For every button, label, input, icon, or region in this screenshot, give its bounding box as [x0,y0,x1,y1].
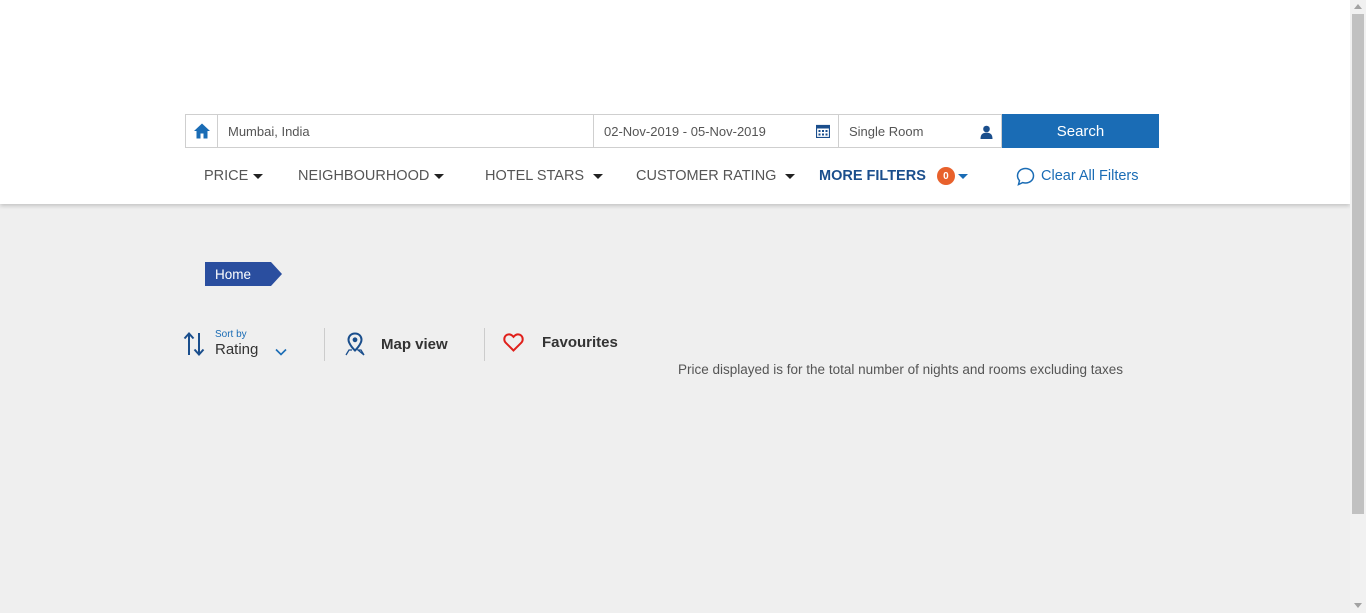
destination-value: Mumbai, India [228,123,310,139]
filter-count-badge: 0 [936,167,955,185]
hotel-stars-filter-label: HOTEL STARS [485,168,585,184]
sort-by-label: Sort by [215,329,247,340]
calendar-icon[interactable] [816,124,830,138]
map-pin-icon [345,332,365,356]
caret-down-icon [785,173,796,179]
favourites-button[interactable]: Favourites [503,333,618,352]
results-toolbar: Sort by Rating Map view Favourites [0,326,1350,362]
sort-value: Rating [215,341,259,358]
clear-all-filters-label: Clear All Filters [1041,168,1139,184]
caret-down-icon [593,173,604,179]
search-button[interactable]: Search [1002,114,1159,148]
caret-down-icon [434,173,445,179]
date-range-field[interactable]: 02-Nov-2019 - 05-Nov-2019 [594,114,839,148]
sort-dropdown[interactable]: Sort by Rating [183,329,287,359]
more-filters-label: MORE FILTERS [819,168,926,184]
filter-bar: PRICE NEIGHBOURHOOD HOTEL STARS CUSTOMER… [0,164,1350,188]
customer-rating-filter[interactable]: CUSTOMER RATING [636,164,796,188]
heart-icon [503,333,524,352]
more-filters-button[interactable]: MORE FILTERS 0 [819,164,968,188]
hotel-stars-filter[interactable]: HOTEL STARS [485,164,604,188]
sort-value-row: Rating [215,341,287,359]
scroll-down-arrow-icon[interactable] [1354,603,1362,608]
breadcrumb-arrow [271,262,282,286]
home-button[interactable] [185,114,218,148]
neighbourhood-filter-label: NEIGHBOURHOOD [298,168,430,184]
scrollbar-thumb[interactable] [1352,14,1364,514]
neighbourhood-filter[interactable]: NEIGHBOURHOOD [298,164,445,188]
breadcrumb-home-label: Home [215,266,252,282]
search-bar: Mumbai, India 02-Nov-2019 - 05-Nov-2019 … [185,114,1159,148]
price-filter-label: PRICE [204,168,249,184]
favourites-label: Favourites [542,334,618,351]
map-view-button[interactable]: Map view [344,332,448,356]
rooms-field[interactable]: Single Room [839,114,1002,148]
rooms-value: Single Room [849,123,924,139]
scroll-up-arrow-icon[interactable] [1354,4,1362,9]
customer-rating-filter-label: CUSTOMER RATING [636,168,777,184]
caret-down-icon [253,173,264,179]
chat-bubble-icon [1016,167,1035,186]
sort-texts: Sort by Rating [215,329,287,359]
chevron-down-icon [275,348,287,356]
caret-down-icon [957,173,968,179]
breadcrumb-home[interactable]: Home [205,262,271,286]
clear-all-filters-link[interactable]: Clear All Filters [1016,164,1139,188]
divider [324,328,325,361]
divider [484,328,485,361]
user-icon [980,125,993,139]
home-icon [193,123,210,139]
date-range-value: 02-Nov-2019 - 05-Nov-2019 [604,123,766,139]
price-filter[interactable]: PRICE [204,164,264,188]
header: Mumbai, India 02-Nov-2019 - 05-Nov-2019 … [0,0,1350,204]
price-disclaimer: Price displayed is for the total number … [678,362,1123,377]
sort-arrows-icon [183,332,205,356]
breadcrumb: Home [205,262,282,286]
map-view-label: Map view [381,335,448,353]
destination-field[interactable]: Mumbai, India [218,114,594,148]
